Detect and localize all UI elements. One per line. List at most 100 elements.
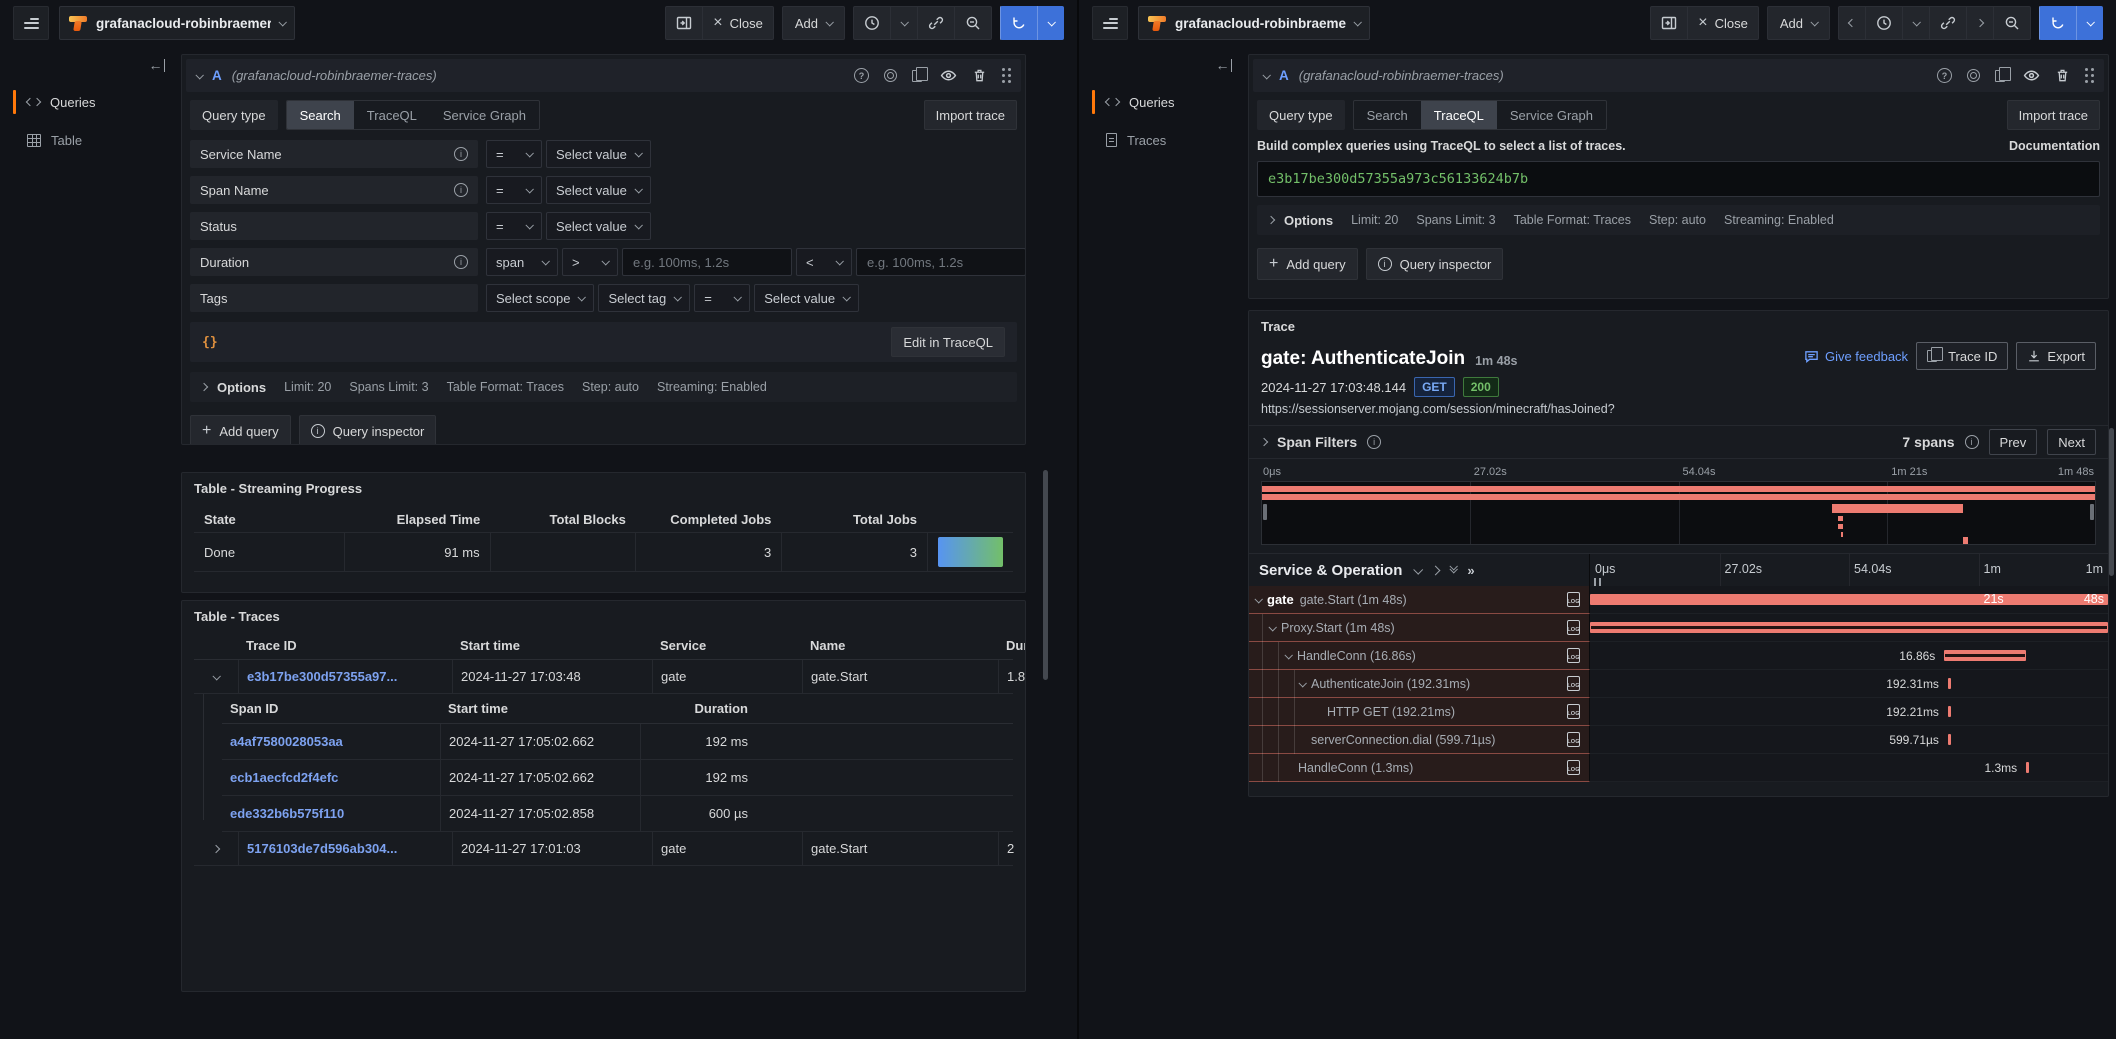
prev-span-button[interactable]: Prev bbox=[1989, 429, 2038, 455]
time-picker-button[interactable] bbox=[854, 7, 890, 39]
logs-icon[interactable]: LOG bbox=[1567, 592, 1580, 607]
expand-one-icon[interactable] bbox=[1431, 565, 1441, 575]
copy-link-button[interactable] bbox=[1929, 7, 1966, 39]
scrollbar-thumb[interactable] bbox=[2109, 428, 2114, 576]
col-header-duration[interactable]: Duration bbox=[998, 638, 1026, 653]
give-feedback-link[interactable]: Give feedback bbox=[1804, 349, 1908, 364]
span-filters-bar[interactable]: Span Filters i 7 spans i Prev Next bbox=[1249, 425, 2108, 459]
duplicate-query-icon[interactable] bbox=[912, 70, 922, 82]
help-icon[interactable]: ? bbox=[1937, 68, 1952, 83]
edit-in-traceql-button[interactable]: Edit in TraceQL bbox=[891, 327, 1005, 357]
sidebar-item-table[interactable]: Table bbox=[13, 125, 173, 155]
col-header-start-time[interactable]: Start time bbox=[452, 638, 652, 653]
span-row[interactable]: Proxy.Start (1m 48s) LOG bbox=[1249, 614, 2108, 642]
operator-select[interactable]: = bbox=[694, 284, 750, 312]
zoom-out-button[interactable] bbox=[1993, 7, 2030, 39]
minimap-right-handle[interactable] bbox=[2090, 504, 2094, 520]
col-header-duration[interactable]: Duration bbox=[640, 701, 756, 716]
help-icon[interactable]: ? bbox=[854, 68, 869, 83]
col-header-state[interactable]: State bbox=[194, 512, 345, 527]
tab-search[interactable]: Search bbox=[287, 101, 354, 129]
expand-all-icon[interactable]: » bbox=[1467, 563, 1474, 578]
trace-id-link[interactable]: 5176103de7d596ab304... bbox=[247, 841, 397, 856]
value-select[interactable]: Select value bbox=[546, 176, 651, 204]
next-span-button[interactable]: Next bbox=[2047, 429, 2096, 455]
traceql-query-input[interactable]: e3b17be300d57355a973c56133624b7b bbox=[1257, 161, 2100, 197]
span-row[interactable]: HandleConn (16.86s) LOG 16.86s bbox=[1249, 642, 2108, 670]
tab-service-graph[interactable]: Service Graph bbox=[430, 101, 539, 129]
col-header-name[interactable]: Name bbox=[802, 638, 998, 653]
col-header-trace-id[interactable]: Trace ID bbox=[238, 638, 452, 653]
span-bar[interactable] bbox=[1948, 678, 1951, 689]
import-trace-button[interactable]: Import trace bbox=[924, 100, 1017, 130]
duration-field-select[interactable]: span bbox=[486, 248, 558, 276]
value-select[interactable]: Select value bbox=[546, 140, 651, 168]
span-bar[interactable] bbox=[2026, 762, 2029, 773]
datasource-picker[interactable]: grafanacloud-robinbraemer bbox=[1138, 6, 1370, 40]
span-row[interactable]: gate gate.Start (1m 48s) LOG 21s 48s bbox=[1249, 586, 2108, 614]
collapse-query-icon[interactable] bbox=[1262, 71, 1270, 79]
time-picker-dropdown[interactable] bbox=[890, 7, 917, 39]
record-icon[interactable] bbox=[884, 69, 897, 82]
tag-select[interactable]: Select tag bbox=[598, 284, 690, 312]
import-trace-button[interactable]: Import trace bbox=[2007, 100, 2100, 130]
span-row[interactable]: HTTP GET (192.21ms) LOG 192.21ms bbox=[1249, 698, 2108, 726]
collapse-span-icon[interactable] bbox=[1284, 651, 1292, 659]
value-select[interactable]: Select value bbox=[546, 212, 651, 240]
span-bar[interactable] bbox=[1590, 622, 2108, 633]
expand-row-icon[interactable] bbox=[212, 844, 220, 852]
documentation-link[interactable]: Documentation bbox=[2009, 139, 2100, 153]
collapse-span-icon[interactable] bbox=[1254, 595, 1262, 603]
tab-service-graph[interactable]: Service Graph bbox=[1497, 101, 1606, 129]
add-button[interactable]: Add bbox=[1767, 6, 1830, 40]
operator-select[interactable]: = bbox=[486, 176, 542, 204]
collapse-all-icon[interactable] bbox=[1450, 567, 1456, 573]
split-view-button[interactable] bbox=[1651, 7, 1687, 39]
min-duration-input[interactable] bbox=[622, 248, 792, 276]
hide-query-icon[interactable] bbox=[2023, 67, 2040, 84]
logs-icon[interactable]: LOG bbox=[1567, 704, 1580, 719]
collapse-row-icon[interactable] bbox=[212, 672, 220, 680]
mega-menu-button[interactable] bbox=[1092, 6, 1128, 40]
mega-menu-button[interactable] bbox=[13, 6, 49, 40]
trace-minimap[interactable]: 0μs 27.02s 54.04s 1m 21s 1m 48s bbox=[1261, 465, 2096, 545]
col-header-completed[interactable]: Completed Jobs bbox=[636, 512, 782, 527]
gt-operator-select[interactable]: > bbox=[562, 248, 618, 276]
sidebar-item-queries[interactable]: Queries bbox=[1092, 87, 1240, 117]
export-button[interactable]: Export bbox=[2016, 342, 2096, 370]
col-header-start-time[interactable]: Start time bbox=[440, 701, 640, 716]
sidebar-item-queries[interactable]: Queries bbox=[13, 87, 173, 117]
add-button[interactable]: Add bbox=[782, 6, 845, 40]
split-view-button[interactable] bbox=[666, 7, 702, 39]
span-bar[interactable] bbox=[1590, 594, 2108, 605]
drag-handle-icon[interactable] bbox=[1002, 68, 1011, 83]
operator-select[interactable]: = bbox=[486, 212, 542, 240]
span-id-link[interactable]: ecb1aecfcd2f4efc bbox=[230, 770, 338, 785]
logs-icon[interactable]: LOG bbox=[1567, 732, 1580, 747]
query-row-header[interactable]: A (grafanacloud-robinbraemer-traces) ? bbox=[186, 59, 1021, 92]
trace-id-link[interactable]: e3b17be300d57355a97... bbox=[247, 669, 397, 684]
query-options-row[interactable]: Options Limit: 20 Spans Limit: 3 Table F… bbox=[1257, 205, 2100, 235]
span-bar[interactable] bbox=[1948, 734, 1951, 745]
sidebar-item-traces[interactable]: Traces bbox=[1092, 125, 1240, 155]
query-row-header[interactable]: A (grafanacloud-robinbraemer-traces) ? bbox=[1253, 59, 2104, 92]
remove-query-icon[interactable] bbox=[2055, 68, 2070, 83]
hide-query-icon[interactable] bbox=[940, 67, 957, 84]
scope-select[interactable]: Select scope bbox=[486, 284, 594, 312]
time-forward-button[interactable] bbox=[1966, 7, 1993, 39]
copy-link-button[interactable] bbox=[917, 7, 954, 39]
tab-traceql[interactable]: TraceQL bbox=[354, 101, 430, 129]
add-query-button[interactable]: +Add query bbox=[1257, 248, 1358, 280]
close-pane-button[interactable]: × Close bbox=[702, 7, 773, 39]
info-icon[interactable]: i bbox=[454, 147, 468, 161]
logs-icon[interactable]: LOG bbox=[1567, 760, 1580, 775]
span-row[interactable]: HandleConn (1.3ms) LOG 1.3ms bbox=[1249, 754, 2108, 782]
operator-select[interactable]: = bbox=[486, 140, 542, 168]
zoom-out-button[interactable] bbox=[954, 7, 991, 39]
run-query-dropdown[interactable] bbox=[2076, 6, 2103, 40]
info-icon[interactable]: i bbox=[1367, 435, 1381, 449]
span-row[interactable]: AuthenticateJoin (192.31ms) LOG 192.31ms bbox=[1249, 670, 2108, 698]
time-picker-dropdown[interactable] bbox=[1902, 7, 1929, 39]
time-picker-button[interactable] bbox=[1865, 7, 1902, 39]
run-query-button[interactable] bbox=[2039, 6, 2103, 40]
